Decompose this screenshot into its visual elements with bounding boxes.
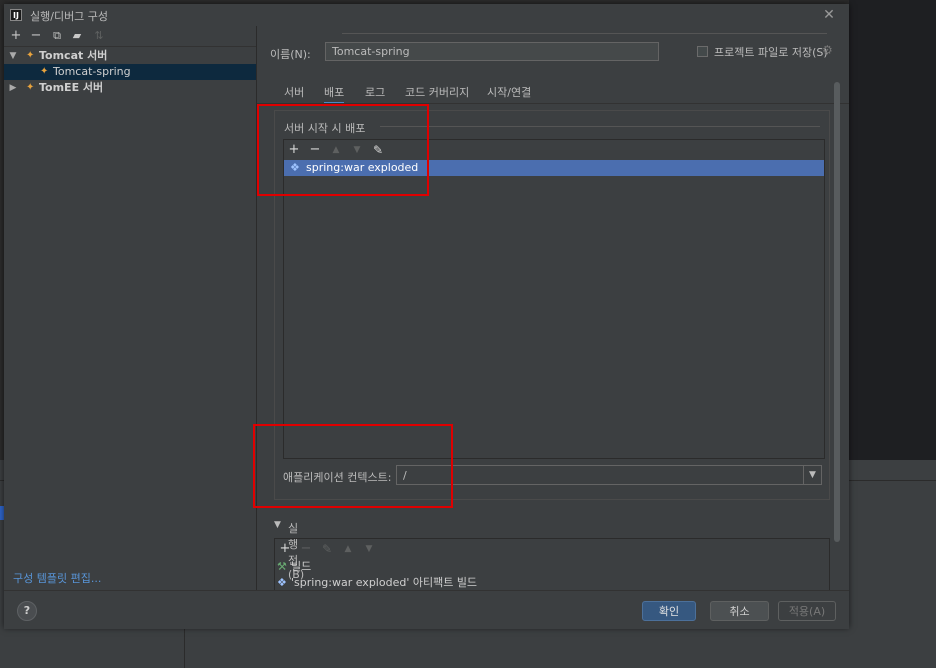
tomcat-icon: ✦ xyxy=(26,50,35,61)
cancel-button[interactable]: 취소 xyxy=(710,601,769,621)
chevron-down-icon[interactable]: ▼ xyxy=(274,520,281,530)
panel-split xyxy=(184,628,185,668)
before-launch-toolbar: + − ✎ ▲ ▼ xyxy=(275,539,829,559)
app-context-combobox[interactable]: / ▼ xyxy=(396,465,822,485)
tab-startup-connection[interactable]: 시작/연결 xyxy=(487,84,531,102)
before-launch-item-label: 빌드 xyxy=(291,560,312,573)
tree-item-tomcat-server[interactable]: ▼ ✦ Tomcat 서버 xyxy=(4,48,256,64)
annotation-highlight-context xyxy=(253,424,453,508)
tab-code-coverage[interactable]: 코드 커버리지 xyxy=(405,84,469,102)
list-item[interactable]: ❖ 'spring:war exploded' 아티팩트 빌드 xyxy=(275,575,829,591)
edit-templates-link[interactable]: 구성 템플릿 편집... xyxy=(13,570,101,586)
hammer-icon: ⚒ xyxy=(277,560,287,573)
close-icon[interactable]: ✕ xyxy=(820,6,838,24)
section-divider xyxy=(380,126,820,127)
tomee-icon: ✦ xyxy=(26,82,35,93)
minus-icon[interactable]: − xyxy=(29,29,43,43)
move-down-icon[interactable]: ▼ xyxy=(361,541,377,557)
plus-icon[interactable]: + xyxy=(9,29,23,43)
editor-area xyxy=(849,0,936,460)
tree-item-tomee-server[interactable]: ▶ ✦ TomEE 서버 xyxy=(4,80,256,96)
sort-icon[interactable]: ⇅ xyxy=(92,29,106,43)
annotation-highlight-deploy xyxy=(257,104,429,196)
title-bar: IJ 실행/디버그 구성 ✕ xyxy=(4,4,849,26)
tab-server[interactable]: 서버 xyxy=(284,84,304,102)
dialog-button-bar: ? 확인 취소 적용(A) xyxy=(4,590,849,629)
tree-item-label: Tomcat-spring xyxy=(53,65,131,78)
folder-icon[interactable]: ▰ xyxy=(70,29,84,43)
section-divider xyxy=(342,33,827,34)
chevron-right-icon[interactable]: ▶ xyxy=(8,80,18,96)
before-launch-list[interactable]: + − ✎ ▲ ▼ ⚒ 빌드 ❖ 'spring:war exploded' 아… xyxy=(274,538,830,592)
minus-icon[interactable]: − xyxy=(298,541,314,557)
list-item[interactable]: ⚒ 빌드 xyxy=(275,559,829,575)
tomcat-icon: ✦ xyxy=(40,66,49,77)
move-up-icon[interactable]: ▲ xyxy=(340,541,356,557)
intellij-icon: IJ xyxy=(10,9,22,21)
dialog-title: 실행/디버그 구성 xyxy=(30,10,109,23)
name-label: 이름(N): xyxy=(270,48,311,61)
copy-icon[interactable]: ⧉ xyxy=(50,29,64,43)
vertical-scrollbar[interactable] xyxy=(834,82,840,542)
config-tree-pane: + − ⧉ ▰ ⇅ ▼ ✦ Tomcat 서버 ✦ Tomcat-spring … xyxy=(4,26,257,590)
tree-item-label: Tomcat 서버 xyxy=(39,49,108,62)
ok-button[interactable]: 확인 xyxy=(642,601,696,621)
chevron-down-icon[interactable]: ▼ xyxy=(8,48,18,64)
plus-icon[interactable]: + xyxy=(277,541,293,557)
tab-deployment[interactable]: 배포 xyxy=(324,84,345,104)
tab-logs[interactable]: 로그 xyxy=(365,84,385,102)
store-as-project-file-label[interactable]: 프로젝트 파일로 저장(S) xyxy=(714,44,828,60)
chevron-down-icon[interactable]: ▼ xyxy=(803,466,821,484)
tree-item-label: TomEE 서버 xyxy=(39,81,104,94)
artifact-icon: ❖ xyxy=(277,576,287,589)
tree-toolbar: + − ⧉ ▰ ⇅ xyxy=(4,26,256,47)
before-launch-item-label: 'spring:war exploded' 아티팩트 빌드 xyxy=(291,576,478,589)
run-debug-config-dialog: IJ 실행/디버그 구성 ✕ + − ⧉ ▰ ⇅ ▼ ✦ Tomcat 서버 ✦… xyxy=(4,4,849,629)
store-as-project-file-checkbox[interactable] xyxy=(697,46,708,57)
gear-icon[interactable]: ⚙ xyxy=(822,43,833,57)
help-button[interactable]: ? xyxy=(17,601,37,621)
edit-icon[interactable]: ✎ xyxy=(319,541,335,557)
apply-button[interactable]: 적용(A) xyxy=(778,601,836,621)
name-input[interactable]: Tomcat-spring xyxy=(325,42,659,61)
tree-item-tomcat-spring[interactable]: ✦ Tomcat-spring xyxy=(4,64,256,80)
